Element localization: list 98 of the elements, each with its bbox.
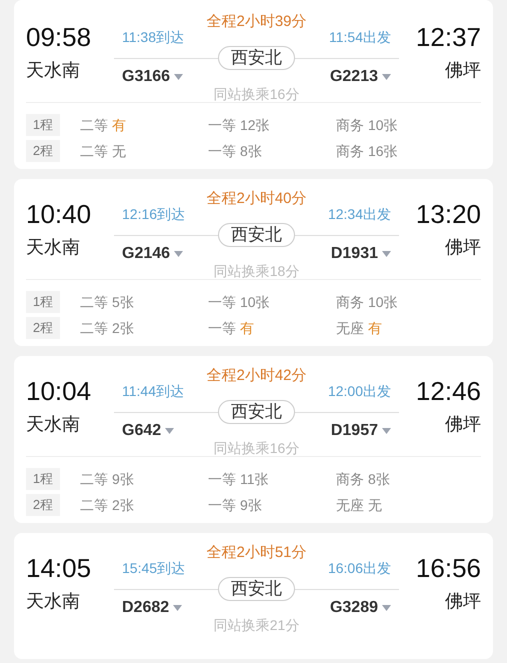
caret-icon[interactable] <box>165 428 174 434</box>
arrival-time: 12:46 <box>416 376 481 406</box>
transfer-note: 同站换乘16分 <box>214 86 300 102</box>
seat-class: 二等 <box>80 318 108 338</box>
seat-class: 商务 <box>336 470 364 488</box>
departure-station: 天水南 <box>26 59 80 82</box>
seat-availability: 有 <box>112 116 126 134</box>
leg-label: 2程 <box>26 494 60 516</box>
arrival-station: 佛坪 <box>445 59 481 82</box>
transfer-note: 同站换乘16分 <box>214 440 300 456</box>
arrival-station: 佛坪 <box>445 413 481 436</box>
seat-class: 二等 <box>80 142 108 160</box>
transfer-station: 西安北 <box>218 46 295 70</box>
train-number[interactable]: D2682 <box>122 599 182 617</box>
trip-card[interactable]: 14:05 天水南 全程2小时51分 15:45到达 16:06出发 西安北 D2682 G3289 同站换乘21分 16:56 佛坪 <box>14 533 493 659</box>
arrival-time: 15:45到达 <box>122 559 186 577</box>
seat-class: 一等 <box>208 318 236 338</box>
seat-class: 一等 <box>208 292 236 312</box>
seat-availability: 10张 <box>368 292 398 312</box>
trip-card[interactable]: 10:04 天水南 全程2小时42分 11:44到达 12:00出发 西安北 G642 D1957 同站换乘16分 12:46 佛坪 1程 二等 9张 一等 11张 商务 8张 2程 二等 2张 一等 9张 无座 无 <box>14 356 493 523</box>
train-number[interactable]: G2146 <box>122 245 184 263</box>
seat-class: 商务 <box>336 292 364 312</box>
leg-label: 2程 <box>26 317 60 339</box>
caret-icon[interactable] <box>382 605 391 611</box>
seat-availability: 有 <box>368 318 382 338</box>
train-number[interactable]: G642 <box>122 422 174 440</box>
total-duration: 全程2小时40分 <box>206 191 307 207</box>
arrival-time: 16:56 <box>416 553 481 583</box>
transfer-note: 同站换乘18分 <box>214 263 300 279</box>
seat-availability: 无 <box>368 496 382 514</box>
seat-class: 二等 <box>80 116 108 134</box>
trip-card[interactable]: 09:58 天水南 全程2小时39分 11:38到达 11:54出发 西安北 G3166 G2213 同站换乘16分 12:37 佛坪 1程 二等 有 一等 12张 商务 10张 2程 二等 无 一等 8张 商务 16张 <box>14 0 493 169</box>
seat-availability: 2张 <box>112 496 134 514</box>
leg-label: 1程 <box>26 291 60 313</box>
transfer-note: 同站换乘21分 <box>214 617 300 633</box>
seat-availability: 10张 <box>240 292 270 312</box>
arrival-time: 13:20 <box>416 199 481 229</box>
arrival-time: 11:44到达 <box>122 382 184 400</box>
departure-time: 14:05 <box>26 553 92 583</box>
departure-station: 天水南 <box>26 590 80 613</box>
departure-station: 天水南 <box>26 236 80 259</box>
caret-icon[interactable] <box>382 428 391 434</box>
leg-label: 2程 <box>26 140 60 162</box>
seat-class: 无座 <box>336 318 364 338</box>
caret-icon[interactable] <box>382 251 391 257</box>
seat-class: 一等 <box>208 496 236 514</box>
seat-availability: 8张 <box>368 470 390 488</box>
train-number[interactable]: G3166 <box>122 68 184 86</box>
seat-availability: 8张 <box>240 142 262 160</box>
leg-label: 1程 <box>26 114 60 136</box>
train-number[interactable]: D1931 <box>330 245 391 263</box>
seat-class: 二等 <box>80 496 108 514</box>
caret-icon[interactable] <box>382 74 391 80</box>
seat-class: 商务 <box>336 116 364 134</box>
seat-class: 无座 <box>336 496 364 514</box>
seat-class: 二等 <box>80 470 108 488</box>
departure-time: 16:06出发 <box>328 559 391 577</box>
trip-card[interactable]: 10:40 天水南 全程2小时40分 12:16到达 12:34出发 西安北 G2146 D1931 同站换乘18分 13:20 佛坪 1程 二等 5张 一等 10张 商务 10张 2程 二等 2张 一等 有 无座 有 <box>14 179 493 346</box>
seat-availability: 10张 <box>368 116 398 134</box>
arrival-time: 11:38到达 <box>122 28 184 46</box>
seat-class: 一等 <box>208 470 236 488</box>
seat-class: 商务 <box>336 142 364 160</box>
total-duration: 全程2小时51分 <box>206 545 307 561</box>
seat-availability: 有 <box>240 318 254 338</box>
seat-availability: 16张 <box>368 142 398 160</box>
seat-availability: 11张 <box>240 470 269 488</box>
caret-icon[interactable] <box>173 605 182 611</box>
seat-class: 二等 <box>80 292 108 312</box>
transfer-station: 西安北 <box>218 223 295 247</box>
arrival-station: 佛坪 <box>445 236 481 259</box>
caret-icon[interactable] <box>174 251 184 257</box>
caret-icon[interactable] <box>174 74 184 80</box>
departure-time: 10:40 <box>26 199 92 229</box>
departure-time: 12:00出发 <box>328 382 391 400</box>
arrival-time: 12:16到达 <box>122 205 186 223</box>
arrival-station: 佛坪 <box>445 590 481 613</box>
seat-availability: 12张 <box>240 116 270 134</box>
departure-time: 09:58 <box>26 22 92 52</box>
total-duration: 全程2小时42分 <box>206 368 307 384</box>
departure-station: 天水南 <box>26 413 80 436</box>
seat-availability: 无 <box>112 142 126 160</box>
seat-availability: 9张 <box>240 496 262 514</box>
transfer-station: 西安北 <box>218 577 295 601</box>
seat-availability: 5张 <box>112 292 134 312</box>
transfer-station: 西安北 <box>218 400 295 424</box>
total-duration: 全程2小时39分 <box>206 14 307 30</box>
seat-availability: 9张 <box>112 470 134 488</box>
leg-label: 1程 <box>26 468 60 490</box>
seat-class: 一等 <box>208 142 236 160</box>
train-number[interactable]: G2213 <box>330 68 391 86</box>
train-number[interactable]: D1957 <box>330 422 391 440</box>
departure-time: 11:54出发 <box>329 28 391 46</box>
seat-availability: 2张 <box>112 318 134 338</box>
train-number[interactable]: G3289 <box>330 599 391 617</box>
seat-class: 一等 <box>208 116 236 134</box>
arrival-time: 12:37 <box>416 22 481 52</box>
departure-time: 12:34出发 <box>328 205 391 223</box>
departure-time: 10:04 <box>26 376 92 406</box>
